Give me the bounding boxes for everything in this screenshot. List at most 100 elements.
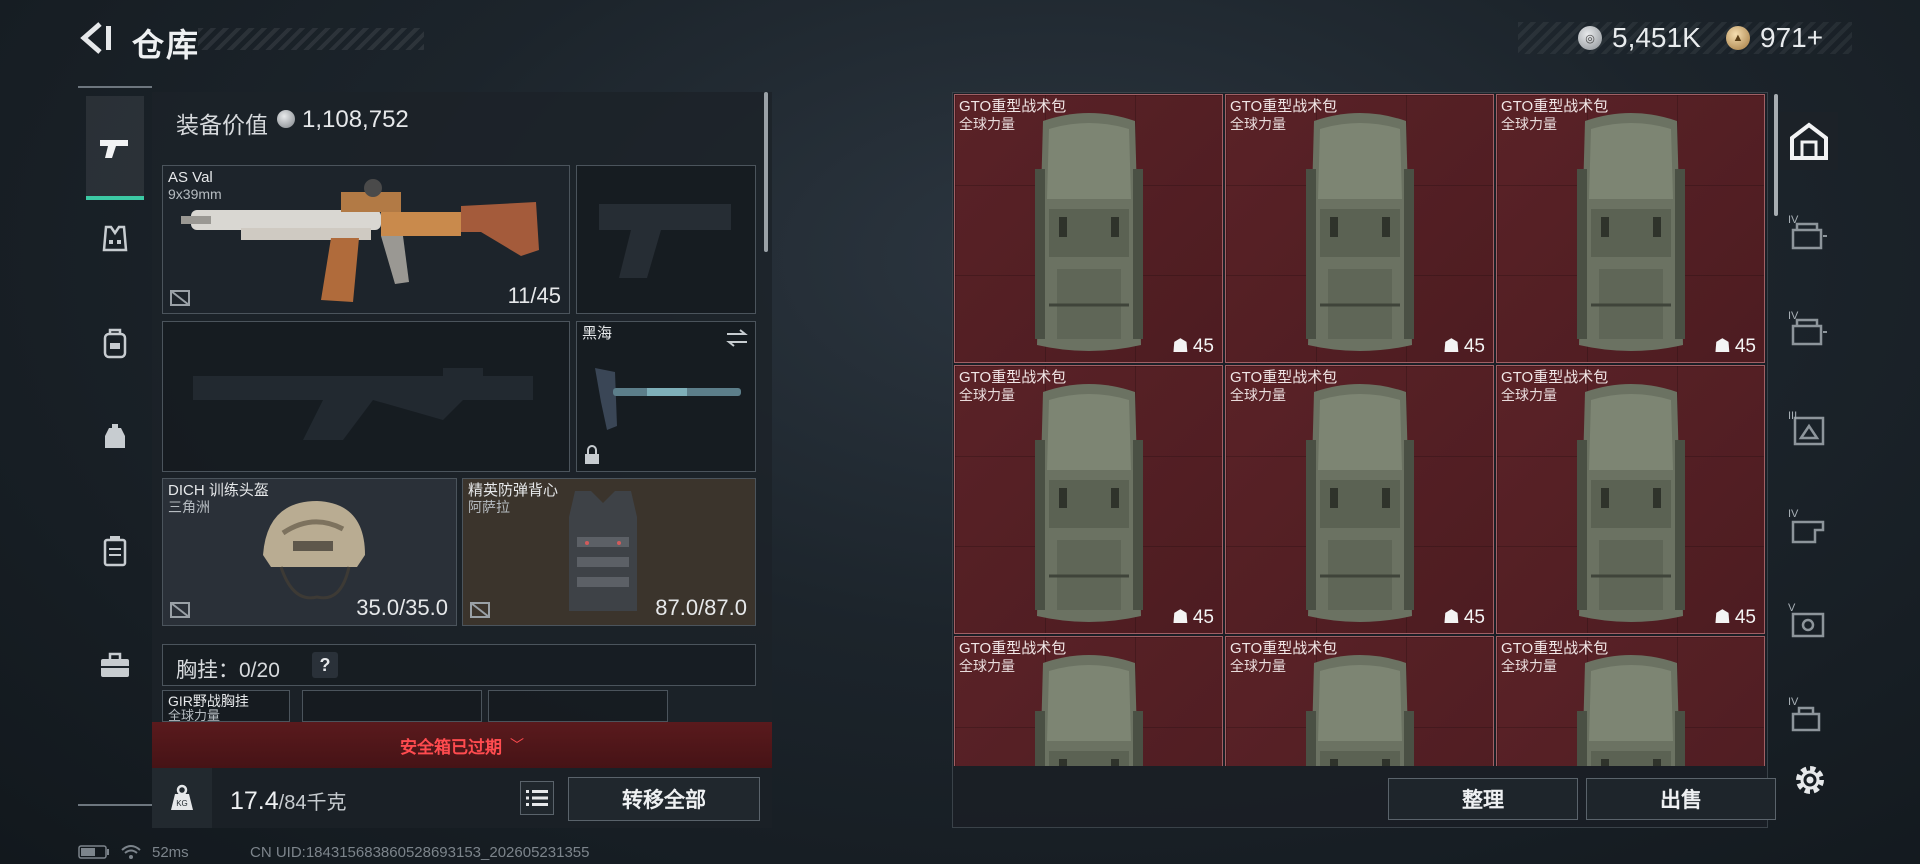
help-button[interactable]: ? <box>312 652 338 678</box>
storage-item[interactable]: GTO重型战术包 全球力量 ☗45 <box>954 636 1223 766</box>
list-icon <box>526 790 548 806</box>
storage-item[interactable]: GTO重型战术包 全球力量 ☗45 <box>1225 94 1494 363</box>
right-nav-storage-box[interactable]: IV <box>1780 688 1838 746</box>
helmet-slot[interactable]: DICH 训练头盔 三角洲 35.0/35.0 <box>162 478 457 626</box>
nav-backpack[interactable] <box>86 314 144 372</box>
item-name: GTO重型战术包 <box>1501 640 1609 657</box>
item-capacity: ☗ 45 <box>1172 606 1214 629</box>
gear-icon[interactable] <box>1790 760 1830 800</box>
equipment-value-label: 装备价值 <box>176 112 268 138</box>
not-insured-icon <box>170 602 190 618</box>
storage-item[interactable]: GTO重型战术包 全球力量 ☗45 <box>954 365 1223 634</box>
user-uid: CN UID:184315683860528693153_20260523135… <box>250 844 590 861</box>
nav-toolbox[interactable] <box>86 636 144 694</box>
nav-case[interactable] <box>86 522 144 580</box>
capacity-value: 45 <box>1734 606 1756 628</box>
body-armor-slot[interactable]: 精英防弹背心 阿萨拉 87.0/87.0 <box>462 478 756 626</box>
right-nav-storage-box[interactable]: V <box>1780 594 1838 652</box>
backpack-image <box>1571 651 1691 766</box>
nav-pouch[interactable] <box>86 408 144 466</box>
chest-rig-slot-empty[interactable] <box>302 690 482 722</box>
transfer-all-button[interactable]: 转移全部 <box>568 777 760 821</box>
safebox-expired-text: 安全箱已过期 <box>400 737 502 757</box>
storage-item[interactable]: GTO重型战术包 全球力量 ☗45 <box>1225 636 1494 766</box>
helmet-faction: 三角洲 <box>168 499 210 515</box>
item-name: GTO重型战术包 <box>959 369 1067 386</box>
nav-weapons[interactable] <box>86 96 144 200</box>
ammo-count: 11/45 <box>507 283 561 308</box>
storage-grid: GTO重型战术包 全球力量 ☗ 45 GTO重型战术包 全球力量 ☗ 45 GTO重… <box>954 94 1766 766</box>
capacity-value: 45 <box>1463 606 1485 628</box>
primary-weapon-slot[interactable]: AS Val 9x39mm 11/45 <box>162 165 570 314</box>
pistol-silhouette-icon <box>599 204 731 278</box>
nav-armor[interactable] <box>86 210 144 268</box>
case-icon <box>103 536 127 567</box>
armor-faction: 阿萨拉 <box>468 499 510 515</box>
box-level: III <box>1788 410 1798 422</box>
pistol-icon <box>100 140 128 158</box>
sell-button[interactable]: 出售 <box>1586 778 1776 820</box>
svg-text:KG: KG <box>176 799 188 808</box>
backpack-image <box>1029 651 1149 766</box>
storage-scrollbar[interactable] <box>1774 94 1778 216</box>
not-insured-icon <box>170 290 190 306</box>
back-arrow-icon[interactable] <box>78 20 114 56</box>
list-view-button[interactable] <box>520 781 554 815</box>
silver-currency-value[interactable]: 5,451K <box>1612 22 1701 54</box>
right-nav-storage-box[interactable]: III <box>1780 402 1838 460</box>
item-name: GTO重型战术包 <box>959 98 1067 115</box>
chest-rig-capacity: 胸挂：0/20 <box>176 659 280 682</box>
backpack-image <box>1300 380 1420 628</box>
page-title: 仓库 <box>132 27 201 63</box>
carry-weight: 17.4/84千克 <box>230 786 346 816</box>
bag-capacity-icon: ☗ <box>1442 607 1460 628</box>
armor-name: 精英防弹背心 <box>468 482 559 499</box>
status-bar: 52ms <box>78 842 189 862</box>
item-capacity: ☗ 45 <box>1714 335 1756 358</box>
right-nav-warehouse[interactable] <box>1780 112 1838 170</box>
safebox-expired-banner[interactable]: 安全箱已过期 ﹀ <box>152 722 772 768</box>
storage-item[interactable]: GTO重型战术包 全球力量 ☗45 <box>1496 94 1765 363</box>
sort-button[interactable]: 整理 <box>1388 778 1578 820</box>
backpack-icon <box>103 328 127 359</box>
nav-bottom-divider <box>78 804 152 806</box>
bag-capacity-icon: ☗ <box>1442 336 1460 357</box>
title-decoration <box>198 28 424 50</box>
chest-rig-item-slot[interactable]: GIR野战胸挂 全球力量 <box>162 690 290 723</box>
melee-slot[interactable]: 黑海 <box>576 321 756 472</box>
item-capacity: ☗ 45 <box>1714 606 1756 629</box>
wifi-icon <box>121 845 141 859</box>
right-nav-storage-box[interactable]: IV <box>1780 500 1838 558</box>
secondary-weapon-slot-empty[interactable] <box>162 321 570 472</box>
storage-item[interactable]: GTO重型战术包 全球力量 ☗45 <box>1225 365 1494 634</box>
weight-capacity: /84千克 <box>278 792 347 814</box>
item-faction: 全球力量 <box>1501 387 1557 403</box>
loadout-scrollbar[interactable] <box>764 92 768 252</box>
gold-currency-value[interactable]: 971+ <box>1760 22 1823 54</box>
box-level: V <box>1788 602 1796 614</box>
pistol-slot-empty[interactable] <box>576 165 756 314</box>
chevron-down-icon: ﹀ <box>510 737 524 753</box>
item-faction: 全球力量 <box>1230 116 1286 132</box>
capacity-value: 45 <box>1734 335 1756 357</box>
storage-item[interactable]: GTO重型战术包 全球力量 ☗45 <box>1496 636 1765 766</box>
item-faction: 全球力量 <box>959 387 1015 403</box>
backpack-image <box>1571 380 1691 628</box>
item-capacity: ☗ 45 <box>1443 606 1485 629</box>
right-nav-storage-box[interactable]: IV <box>1780 206 1838 264</box>
backpack-image <box>1029 109 1149 357</box>
item-name: GTO重型战术包 <box>1230 98 1338 115</box>
item-name: GTO重型战术包 <box>1230 640 1338 657</box>
lock-icon <box>585 445 599 464</box>
right-nav-storage-box[interactable]: IV <box>1780 302 1838 360</box>
capacity-value: 45 <box>1192 335 1214 357</box>
bag-capacity-icon: ☗ <box>1171 607 1189 628</box>
storage-item[interactable]: GTO重型战术包 全球力量 ☗45 <box>954 94 1223 363</box>
capacity-value: 45 <box>1192 606 1214 628</box>
storage-item[interactable]: GTO重型战术包 全球力量 ☗45 <box>1496 365 1765 634</box>
chest-rig-slot-empty[interactable] <box>488 690 668 722</box>
bag-capacity-icon: ☗ <box>1713 607 1731 628</box>
item-faction: 全球力量 <box>1501 658 1557 674</box>
swap-icon[interactable] <box>725 328 749 348</box>
helmet-durability: 35.0/35.0 <box>356 595 448 620</box>
